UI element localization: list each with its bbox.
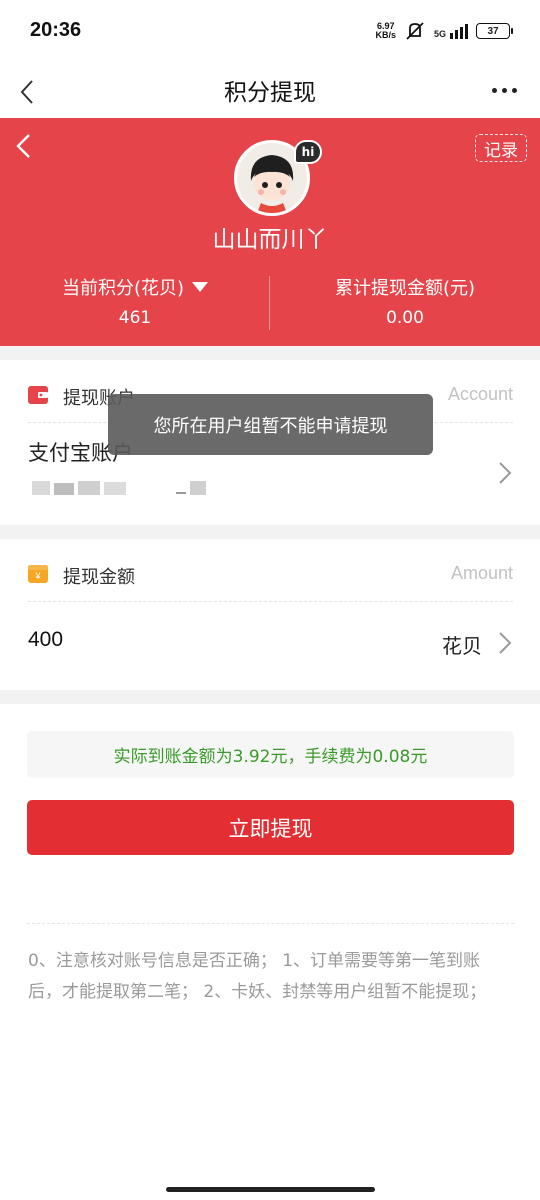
net-speed-unit: KB/s (375, 30, 396, 40)
account-number-redacted (32, 481, 206, 495)
amount-input[interactable]: 400 (28, 628, 63, 652)
svg-text:¥: ¥ (34, 571, 41, 581)
current-points-label: 当前积分(花贝) (61, 278, 185, 299)
chevron-left-icon (16, 134, 30, 158)
caret-down-icon[interactable] (192, 282, 209, 292)
notes-divider (27, 923, 514, 924)
username: 山山而川丫 (212, 227, 328, 253)
record-button[interactable]: 记录 (475, 134, 527, 162)
withdraw-button[interactable]: 立即提现 (27, 800, 514, 855)
signal-icon: 5G (433, 23, 468, 39)
chevron-right-icon[interactable] (497, 461, 513, 485)
section-gap (0, 690, 540, 704)
coin-icon: ¥ (28, 565, 48, 583)
points-header: 记录 hi 山山而川丫 当前积分(花贝) 461 累计提现金额(元) 0.00 (0, 118, 540, 346)
amount-section-header: ¥ 提现金额 Amount (28, 548, 513, 602)
current-points-value: 461 (118, 308, 152, 328)
toast-message: 您所在用户组暂不能申请提现 (108, 394, 433, 455)
battery-level: 37 (487, 25, 499, 37)
more-options-button[interactable] (486, 72, 522, 108)
hero-back-button[interactable] (10, 130, 40, 162)
status-icons: 6.97 KB/s 5G 37 (375, 20, 513, 42)
wallet-icon (28, 386, 48, 404)
signal-label: 5G (433, 28, 446, 39)
hi-badge: hi (294, 140, 322, 164)
battery-icon: 37 (476, 23, 513, 39)
current-points-stat[interactable]: 当前积分(花贝) 461 (0, 274, 270, 328)
more-dot-icon (491, 87, 497, 93)
section-gap (0, 346, 540, 360)
home-indicator[interactable] (166, 1187, 375, 1192)
mute-vibrate-icon (406, 22, 424, 40)
amount-section-title: 提现金额 (63, 567, 135, 588)
fee-notice: 实际到账金额为3.92元，手续费为0.08元 (27, 731, 514, 778)
total-withdrawn-stat: 累计提现金额(元) 0.00 (270, 274, 540, 328)
status-time: 20:36 (30, 19, 82, 41)
nav-bar: 积分提现 (0, 62, 540, 118)
amount-section-hint: Amount (450, 563, 513, 583)
amount-unit-selector[interactable]: 花贝 (442, 630, 482, 659)
account-section-hint: Account (447, 384, 513, 404)
more-dot-icon (511, 87, 517, 93)
net-speed-indicator: 6.97 KB/s (375, 22, 396, 40)
more-dot-icon (501, 87, 507, 93)
total-withdrawn-value: 0.00 (386, 308, 424, 328)
total-withdrawn-label: 累计提现金额(元) (334, 278, 476, 299)
page-title: 积分提现 (224, 80, 316, 106)
withdraw-notes: 0、注意核对账号信息是否正确； 1、订单需要等第一笔到账后，才能提取第二笔； 2… (28, 951, 487, 1002)
section-gap (0, 525, 540, 539)
chevron-right-icon[interactable] (497, 631, 513, 655)
status-bar: 20:36 6.97 KB/s 5G 37 (0, 0, 540, 62)
